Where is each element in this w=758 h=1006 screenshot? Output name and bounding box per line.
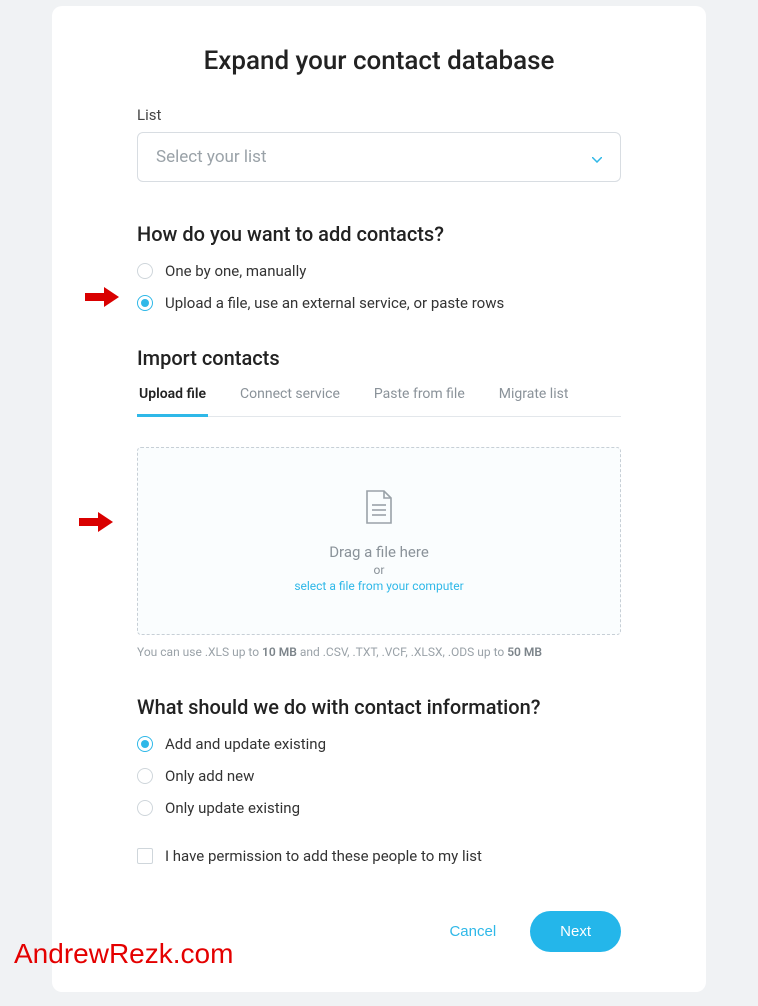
drop-text-drag: Drag a file here xyxy=(329,543,429,561)
radio-add-new-label: Only add new xyxy=(165,767,254,785)
main-card: Expand your contact database List Select… xyxy=(52,6,706,992)
radio-add-new[interactable]: Only add new xyxy=(137,767,621,785)
tab-paste-from-file[interactable]: Paste from file xyxy=(372,386,467,416)
add-method-heading: How do you want to add contacts? xyxy=(137,222,621,246)
permission-checkbox[interactable]: I have permission to add these people to… xyxy=(137,847,621,865)
footer-buttons: Cancel Next xyxy=(137,911,621,952)
radio-add-update[interactable]: Add and update existing xyxy=(137,735,621,753)
drop-link-select[interactable]: select a file from your computer xyxy=(294,579,463,593)
page-title: Expand your contact database xyxy=(137,46,621,76)
tab-upload-file[interactable]: Upload file xyxy=(137,386,208,417)
tab-connect-service[interactable]: Connect service xyxy=(238,386,342,416)
radio-upload-label: Upload a file, use an external service, … xyxy=(165,294,504,312)
radio-upload[interactable]: Upload a file, use an external service, … xyxy=(137,294,621,312)
list-label: List xyxy=(137,106,621,124)
radio-update-label: Only update existing xyxy=(165,799,300,817)
radio-icon xyxy=(137,800,153,816)
file-icon xyxy=(364,489,394,529)
radio-add-update-label: Add and update existing xyxy=(165,735,326,753)
file-hint: You can use .XLS up to 10 MB and .CSV, .… xyxy=(137,645,621,659)
radio-icon xyxy=(137,263,153,279)
radio-icon xyxy=(137,768,153,784)
radio-manual-label: One by one, manually xyxy=(165,262,306,280)
permission-label: I have permission to add these people to… xyxy=(165,847,482,865)
list-select-placeholder: Select your list xyxy=(156,147,267,167)
radio-icon xyxy=(137,295,153,311)
radio-update[interactable]: Only update existing xyxy=(137,799,621,817)
chevron-down-icon xyxy=(592,148,602,167)
drop-text-or: or xyxy=(374,563,385,577)
checkbox-icon xyxy=(137,848,153,864)
radio-icon xyxy=(137,736,153,752)
import-tabs: Upload file Connect service Paste from f… xyxy=(137,386,621,417)
radio-manual[interactable]: One by one, manually xyxy=(137,262,621,280)
tab-migrate-list[interactable]: Migrate list xyxy=(497,386,571,416)
file-dropzone[interactable]: Drag a file here or select a file from y… xyxy=(137,447,621,635)
contact-action-heading: What should we do with contact informati… xyxy=(137,695,621,719)
cancel-button[interactable]: Cancel xyxy=(435,913,510,950)
next-button[interactable]: Next xyxy=(530,911,621,952)
import-heading: Import contacts xyxy=(137,346,621,370)
list-select[interactable]: Select your list xyxy=(137,132,621,182)
